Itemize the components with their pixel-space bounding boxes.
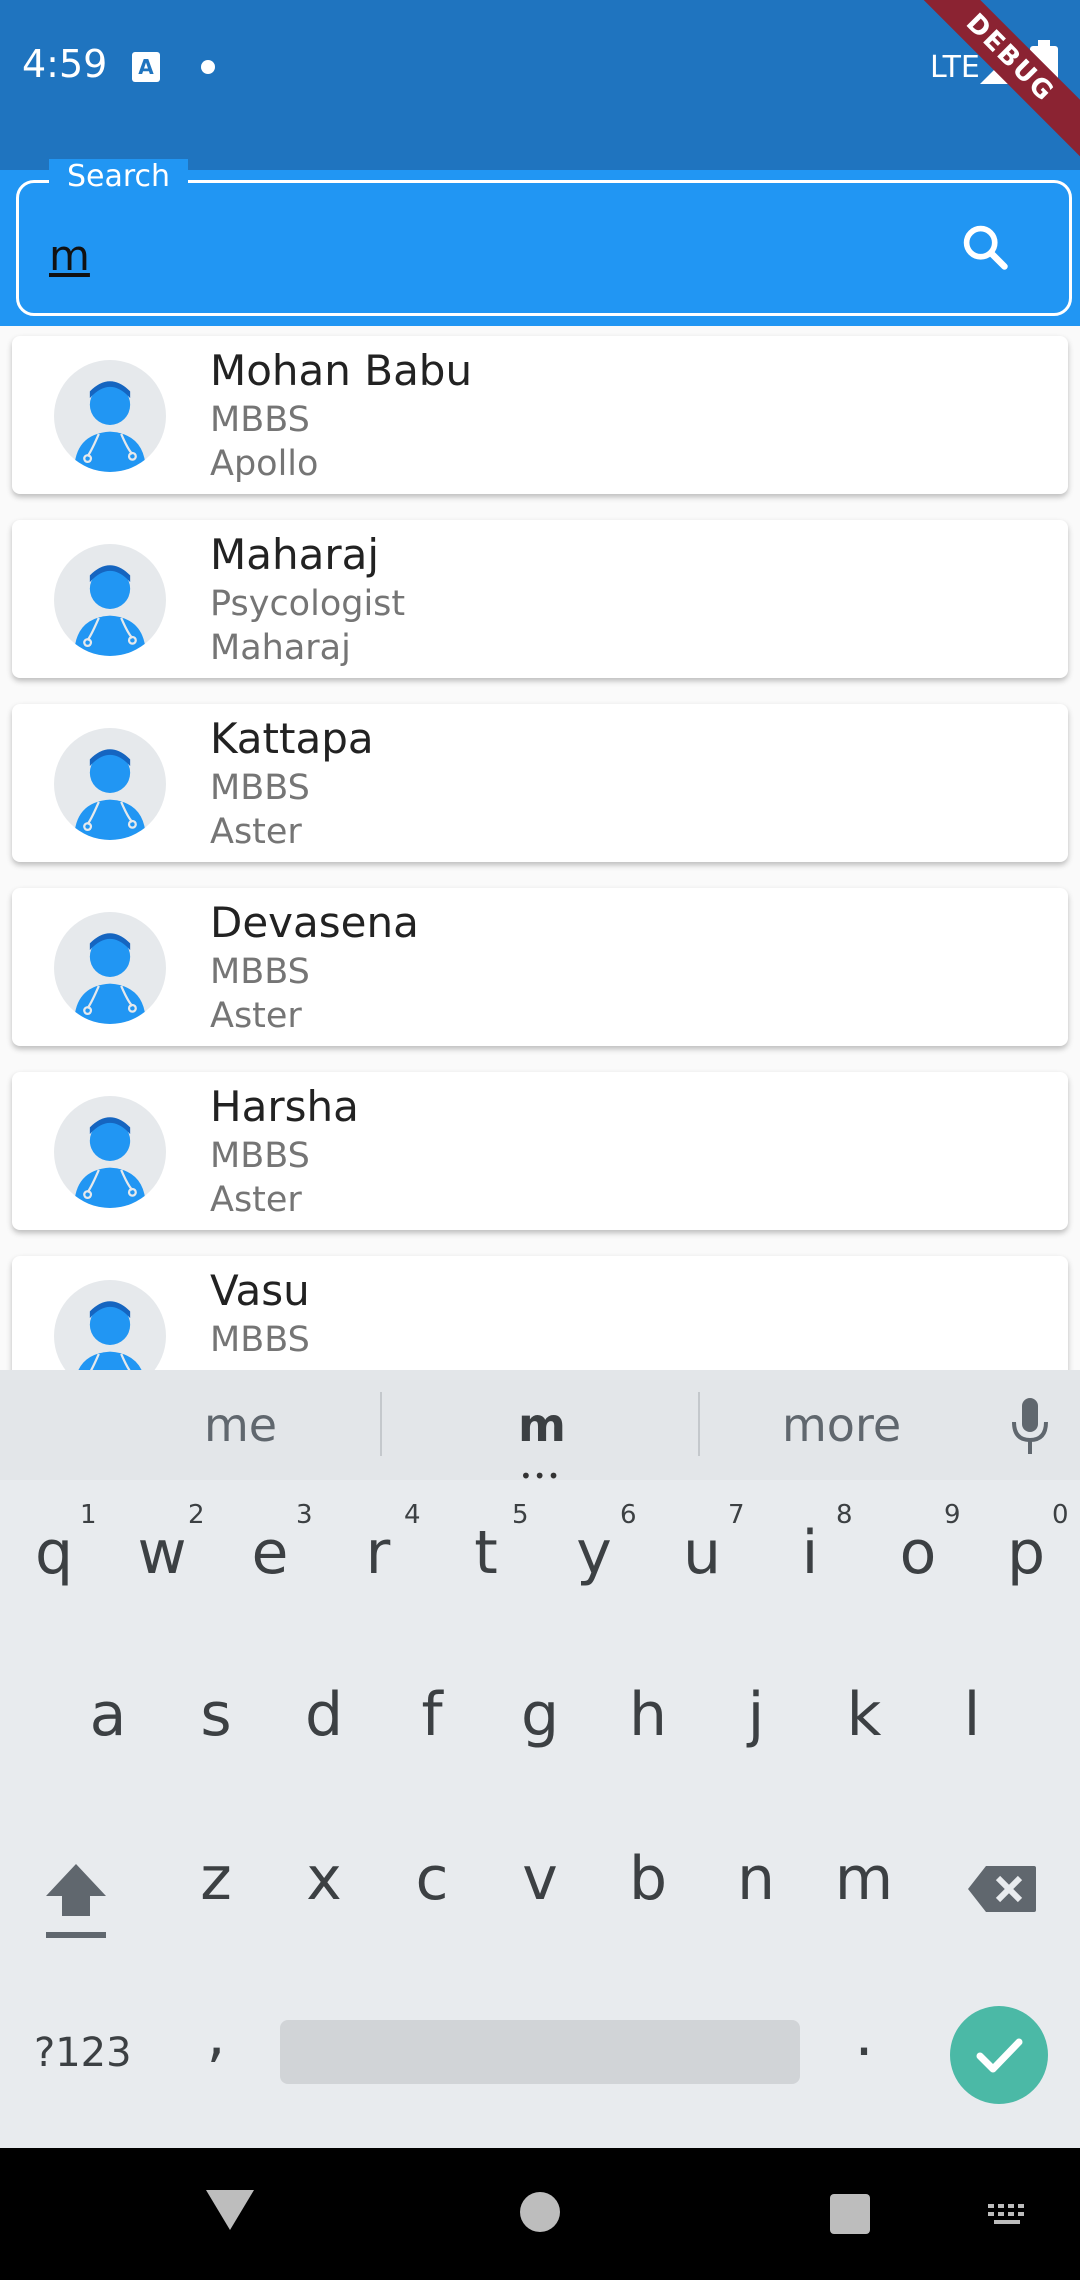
doctor-hospital: Apollo — [210, 444, 319, 484]
soft-keyboard: me m ••• more 1 2 3 4 5 6 7 8 9 0 q w e … — [0, 1370, 1080, 2148]
doctor-specialty: Psycologist — [210, 584, 406, 624]
key-k[interactable]: k — [824, 1680, 904, 1750]
key-v[interactable]: v — [500, 1844, 580, 1914]
key-b[interactable]: b — [608, 1844, 688, 1914]
doctor-name: Kattapa — [210, 714, 374, 763]
key-u[interactable]: u — [662, 1518, 742, 1588]
doctor-avatar-icon — [54, 1096, 166, 1208]
doctor-name: Devasena — [210, 898, 419, 947]
enter-key[interactable] — [950, 2006, 1048, 2104]
suggestion-divider — [380, 1392, 382, 1456]
key-l[interactable]: l — [932, 1680, 1012, 1750]
doctor-card[interactable]: Kattapa MBBS Aster — [12, 704, 1068, 862]
key-y[interactable]: y — [554, 1518, 634, 1588]
search-field[interactable]: Search m — [16, 159, 1072, 316]
backspace-key-icon[interactable] — [966, 1864, 1038, 1914]
status-bar: 4:59 A LTE DEBUG — [0, 0, 1080, 170]
doctor-avatar-icon — [54, 1280, 166, 1370]
doctor-name: Maharaj — [210, 530, 380, 579]
shift-key-icon[interactable] — [42, 1860, 110, 1940]
doctor-card[interactable]: Mohan Babu MBBS Apollo — [12, 336, 1068, 494]
key-o[interactable]: o — [878, 1518, 958, 1588]
search-label: Search — [49, 159, 189, 194]
space-key[interactable] — [280, 2020, 800, 2084]
key-t[interactable]: t — [446, 1518, 526, 1588]
network-type: LTE — [930, 50, 980, 85]
key-x[interactable]: x — [284, 1844, 364, 1914]
notification-dot-icon — [201, 60, 215, 74]
key-s[interactable]: s — [176, 1680, 256, 1750]
translate-notification-icon: A — [132, 52, 160, 82]
key-w[interactable]: w — [122, 1518, 202, 1588]
doctor-list[interactable]: Mohan Babu MBBS Apollo Maharaj Psycologi… — [0, 326, 1080, 1370]
doctor-specialty: MBBS — [210, 952, 310, 992]
key-g[interactable]: g — [500, 1680, 580, 1750]
recents-icon[interactable] — [830, 2194, 870, 2234]
status-time: 4:59 — [22, 42, 108, 86]
back-icon[interactable] — [206, 2190, 254, 2230]
system-nav-bar — [0, 2148, 1080, 2280]
doctor-card[interactable]: Maharaj Psycologist Maharaj — [12, 520, 1068, 678]
doctor-specialty: MBBS — [210, 400, 310, 440]
search-icon[interactable] — [959, 221, 1011, 273]
doctor-name: Harsha — [210, 1082, 359, 1131]
key-j[interactable]: j — [716, 1680, 796, 1750]
doctor-card[interactable]: Devasena MBBS Aster — [12, 888, 1068, 1046]
doctor-hospital: Aster — [210, 812, 302, 852]
doctor-hospital: Aster — [210, 996, 302, 1036]
key-f[interactable]: f — [392, 1680, 472, 1750]
doctor-avatar-icon — [54, 912, 166, 1024]
suggestion-me[interactable]: me — [204, 1398, 277, 1452]
doctor-specialty: MBBS — [210, 1136, 310, 1176]
key-n[interactable]: n — [716, 1844, 796, 1914]
key-q[interactable]: q — [14, 1518, 94, 1588]
search-bar: Search m — [0, 159, 1080, 326]
key-p[interactable]: p — [986, 1518, 1066, 1588]
suggestion-more[interactable]: more — [782, 1398, 901, 1452]
search-input[interactable]: m — [49, 231, 90, 280]
comma-key[interactable]: , — [176, 2000, 256, 2070]
doctor-avatar-icon — [54, 544, 166, 656]
check-icon — [976, 2038, 1023, 2073]
suggestion-strip: me m ••• more — [0, 1370, 1080, 1488]
suggestion-m[interactable]: m — [518, 1398, 566, 1452]
key-c[interactable]: c — [392, 1844, 472, 1914]
doctor-hospital: Maharaj — [210, 628, 351, 668]
doctor-name: Vasu — [210, 1266, 310, 1315]
suggestion-divider — [698, 1392, 700, 1456]
suggestion-more-dots: ••• — [520, 1464, 562, 1488]
key-e[interactable]: e — [230, 1518, 310, 1588]
key-m[interactable]: m — [824, 1844, 904, 1914]
doctor-avatar-icon — [54, 728, 166, 840]
doctor-card[interactable]: Harsha MBBS Aster — [12, 1072, 1068, 1230]
key-h[interactable]: h — [608, 1680, 688, 1750]
key-i[interactable]: i — [770, 1518, 850, 1588]
keyboard-switch-icon[interactable] — [986, 2200, 1030, 2230]
doctor-avatar-icon — [54, 360, 166, 472]
key-d[interactable]: d — [284, 1680, 364, 1750]
microphone-icon[interactable] — [1010, 1396, 1050, 1456]
home-icon[interactable] — [520, 2192, 560, 2232]
key-a[interactable]: a — [68, 1680, 148, 1750]
symbols-key[interactable]: ?123 — [34, 2030, 132, 2076]
doctor-hospital: Aster — [210, 1180, 302, 1220]
doctor-name: Mohan Babu — [210, 346, 473, 395]
period-key[interactable]: . — [824, 2000, 904, 2070]
doctor-card[interactable]: Vasu MBBS — [12, 1256, 1068, 1370]
doctor-specialty: MBBS — [210, 768, 310, 808]
doctor-specialty: MBBS — [210, 1320, 310, 1360]
key-r[interactable]: r — [338, 1518, 418, 1588]
key-z[interactable]: z — [176, 1844, 256, 1914]
